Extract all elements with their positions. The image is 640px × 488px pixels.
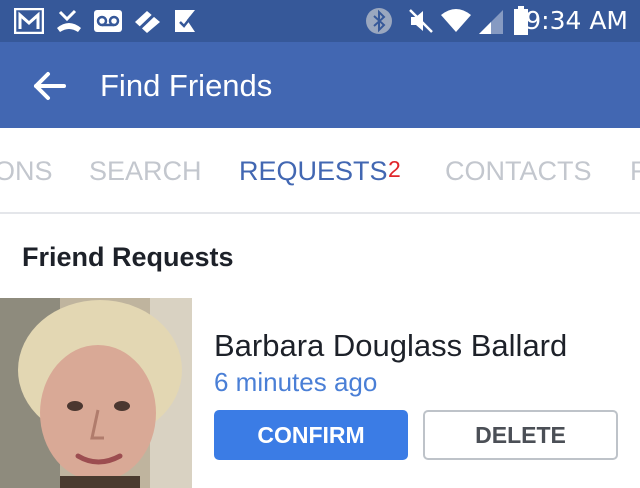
bluetooth-icon xyxy=(366,8,392,34)
delete-button[interactable]: DELETE xyxy=(423,410,618,460)
requests-count-badge: 2 xyxy=(388,156,401,182)
tab-bar: ONS SEARCH REQUESTS 2 CONTACTS F xyxy=(0,128,640,214)
gmail-icon xyxy=(14,8,44,34)
app-check-icon xyxy=(175,10,195,32)
request-time: 6 minutes ago xyxy=(214,367,378,397)
section-title: Friend Requests xyxy=(22,242,234,272)
confirm-button[interactable]: CONFIRM xyxy=(214,410,408,460)
tab-requests[interactable]: REQUESTS xyxy=(239,154,388,188)
do-not-disturb-icon xyxy=(134,9,160,34)
wifi-icon xyxy=(441,9,471,32)
arrow-back-icon[interactable] xyxy=(30,66,70,106)
status-bar: 9:34 AM xyxy=(0,0,640,42)
tab-contacts[interactable]: CONTACTS xyxy=(445,154,592,188)
missed-call-icon xyxy=(57,9,81,32)
tab-search[interactable]: SEARCH xyxy=(89,154,202,188)
request-name[interactable]: Barbara Douglass Ballard xyxy=(214,327,567,365)
avatar[interactable] xyxy=(0,298,192,488)
page-title: Find Friends xyxy=(100,68,273,103)
signal-icon xyxy=(479,10,503,34)
voicemail-icon xyxy=(94,10,122,32)
tab-suggestions[interactable]: ONS xyxy=(0,154,53,188)
mute-icon xyxy=(409,9,433,33)
app-bar: Find Friends xyxy=(0,42,640,128)
tab-next[interactable]: F xyxy=(630,154,640,188)
status-time: 9:34 AM xyxy=(525,6,628,35)
